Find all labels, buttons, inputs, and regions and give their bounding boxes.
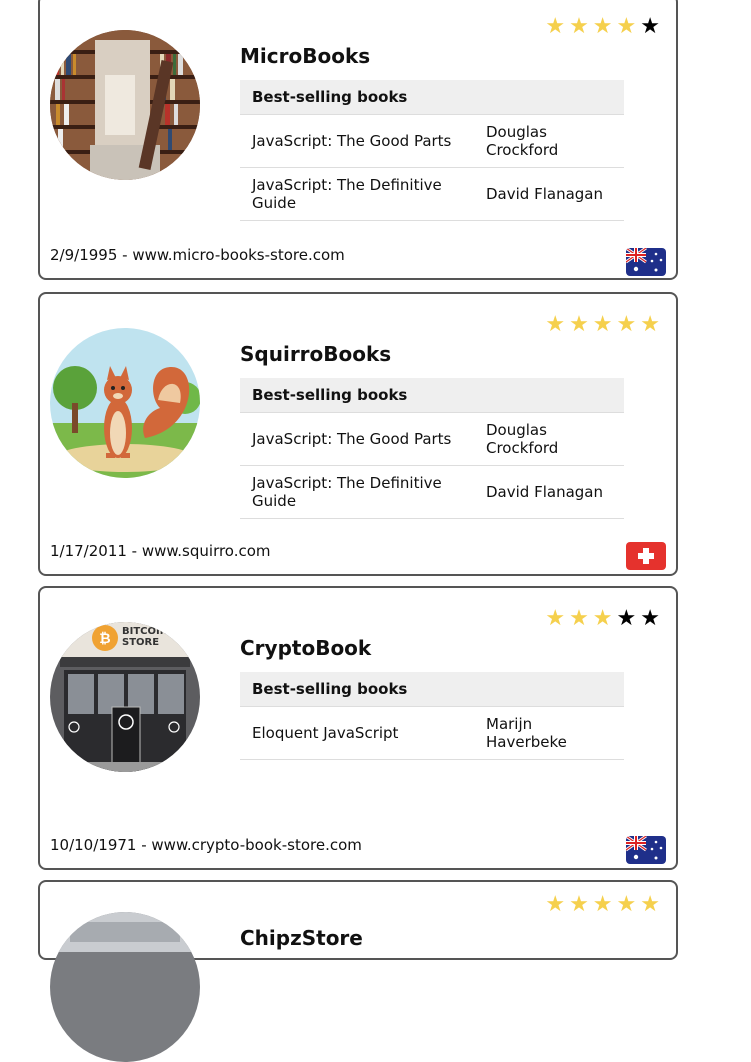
store-card: ₿ BITCOIN STORE ★★★★★ CryptoBook Best-se… xyxy=(38,586,678,870)
store-card: ★★★★★ ChipzStore xyxy=(38,880,678,1062)
book-author: David Flanagan xyxy=(474,167,624,221)
svg-text:₿: ₿ xyxy=(99,631,110,647)
table-header: Best-selling books xyxy=(240,80,624,115)
store-avatar xyxy=(50,30,200,180)
book-author: Douglas Crockford xyxy=(474,412,624,466)
star-icon: ★ xyxy=(592,606,617,631)
star-icon: ★ xyxy=(545,14,570,39)
book-title: JavaScript: The Good Parts xyxy=(240,114,474,168)
star-icon: ★ xyxy=(616,606,641,631)
star-icon: ★ xyxy=(640,14,664,39)
star-icon: ★ xyxy=(640,312,664,337)
book-title: JavaScript: The Good Parts xyxy=(240,412,474,466)
star-icon: ★ xyxy=(616,892,641,917)
store-name: ChipzStore xyxy=(240,926,363,950)
table-header: Best-selling books xyxy=(240,378,624,413)
table-row: JavaScript: The Good Parts Douglas Crock… xyxy=(240,114,624,168)
store-avatar: ₿ BITCOIN STORE xyxy=(50,622,200,772)
store-name: SquirroBooks xyxy=(240,342,392,366)
store-footer: 10/10/1971 - www.crypto-book-store.com xyxy=(50,836,362,854)
store-avatar xyxy=(50,912,200,1062)
star-icon: ★ xyxy=(592,892,617,917)
store-footer: 2/9/1995 - www.micro-books-store.com xyxy=(50,246,345,264)
star-icon: ★ xyxy=(640,892,664,917)
book-author: Douglas Crockford xyxy=(474,114,624,168)
rating-stars: ★★★★★ xyxy=(545,606,664,631)
store-name: MicroBooks xyxy=(240,44,371,68)
book-title: Eloquent JavaScript xyxy=(240,706,474,760)
star-icon: ★ xyxy=(592,312,617,337)
star-icon: ★ xyxy=(616,312,641,337)
star-icon: ★ xyxy=(569,312,593,337)
rating-stars: ★★★★★ xyxy=(545,892,664,917)
book-author: Marijn Haverbeke xyxy=(474,706,624,760)
star-icon: ★ xyxy=(545,312,570,337)
star-icon: ★ xyxy=(569,606,593,631)
table-row: JavaScript: The Good Parts Douglas Crock… xyxy=(240,412,624,466)
table-row: JavaScript: The Definitive Guide David F… xyxy=(240,167,624,221)
table-row: JavaScript: The Definitive Guide David F… xyxy=(240,465,624,519)
store-footer: 1/17/2011 - www.squirro.com xyxy=(50,542,271,560)
australia-flag-icon xyxy=(626,248,666,276)
star-icon: ★ xyxy=(592,14,617,39)
best-sellers-table: Best-selling books JavaScript: The Good … xyxy=(240,378,624,519)
book-author: David Flanagan xyxy=(474,465,624,519)
star-icon: ★ xyxy=(569,14,593,39)
store-card: ★★★★★ MicroBooks Best-selling books Java… xyxy=(38,0,678,280)
star-icon: ★ xyxy=(569,892,593,917)
book-title: JavaScript: The Definitive Guide xyxy=(240,167,474,221)
star-icon: ★ xyxy=(640,606,664,631)
table-row: Eloquent JavaScript Marijn Haverbeke xyxy=(240,706,624,760)
star-icon: ★ xyxy=(616,14,641,39)
star-icon: ★ xyxy=(545,892,570,917)
best-sellers-table: Best-selling books JavaScript: The Good … xyxy=(240,80,624,221)
star-icon: ★ xyxy=(545,606,570,631)
store-avatar xyxy=(50,328,200,478)
australia-flag-icon xyxy=(626,836,666,864)
switzerland-flag-icon xyxy=(626,542,666,570)
store-name: CryptoBook xyxy=(240,636,372,660)
store-sign: BITCOIN STORE xyxy=(122,626,169,648)
table-header: Best-selling books xyxy=(240,672,624,707)
store-card: ★★★★★ SquirroBooks Best-selling books Ja… xyxy=(38,292,678,576)
best-sellers-table: Best-selling books Eloquent JavaScript M… xyxy=(240,672,624,760)
rating-stars: ★★★★★ xyxy=(545,312,664,337)
book-title: JavaScript: The Definitive Guide xyxy=(240,465,474,519)
rating-stars: ★★★★★ xyxy=(545,14,664,39)
